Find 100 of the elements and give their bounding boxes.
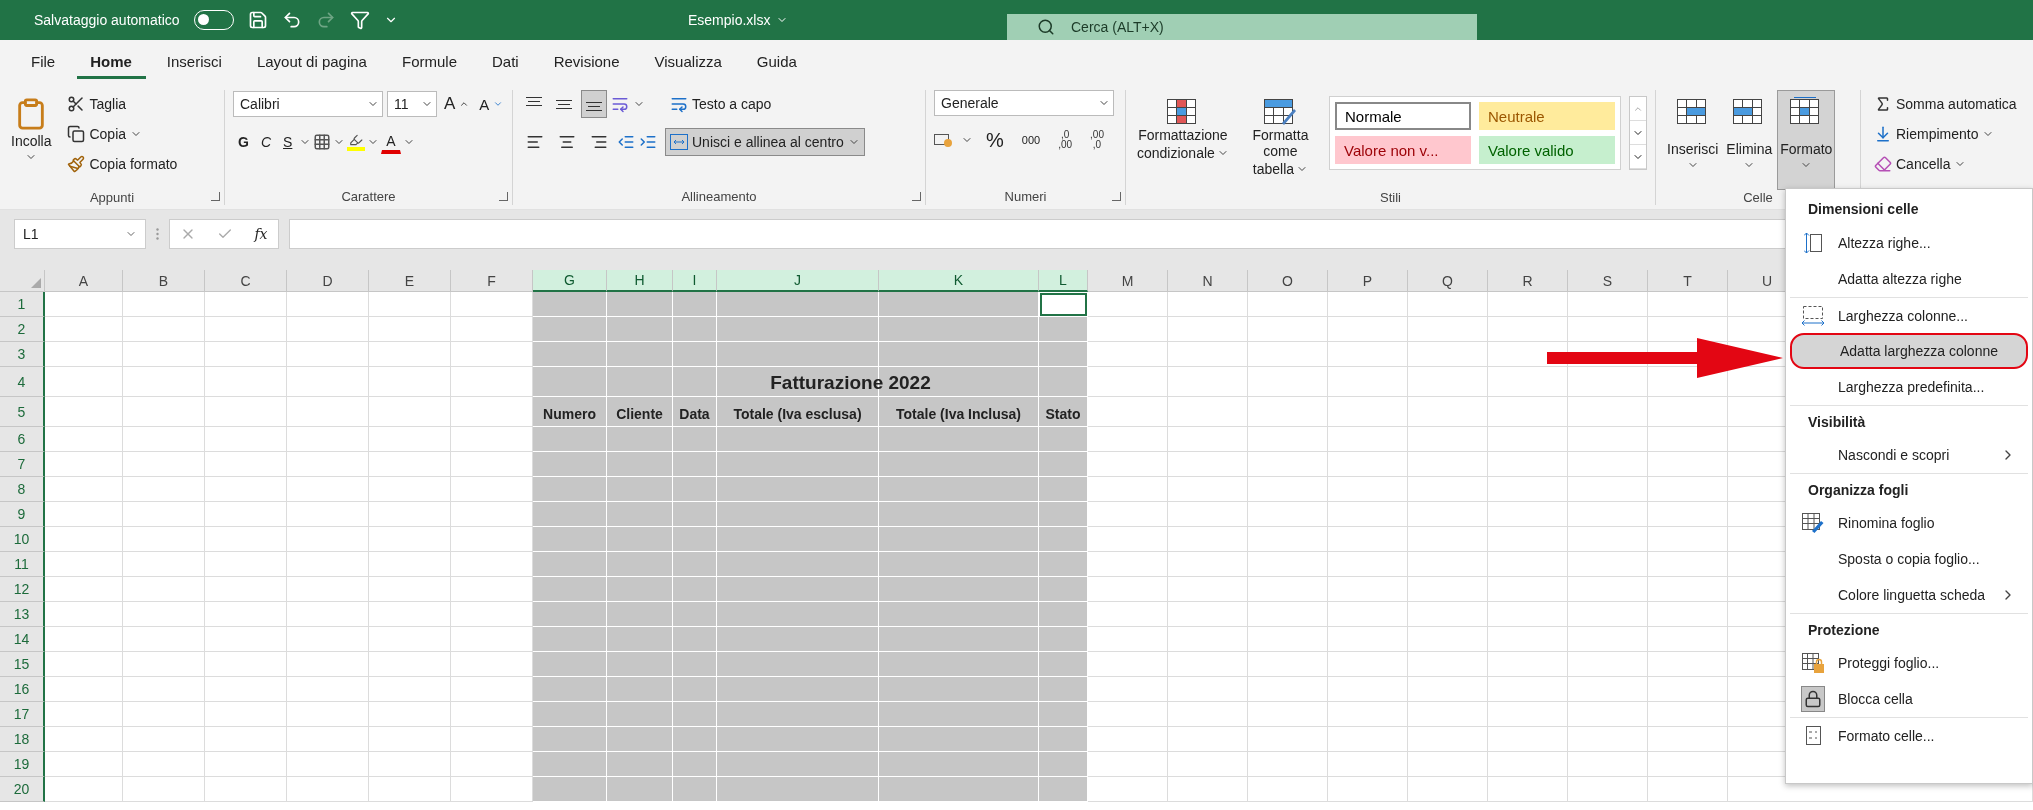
selected-cell[interactable] [717,577,879,602]
selected-cell[interactable] [879,602,1039,627]
font-size-dropdown[interactable]: 11 [387,91,437,117]
currency-icon[interactable] [934,132,953,148]
menu-tab[interactable]: Inserisci [153,47,236,79]
selected-cell[interactable] [879,427,1039,452]
row-header[interactable]: 17 [0,702,45,727]
selected-cell[interactable] [533,652,607,677]
header-cell[interactable]: Totale (Iva esclusa) [717,397,879,427]
decrease-indent-icon[interactable] [617,133,635,151]
column-header[interactable]: L [1039,270,1088,292]
selected-cell[interactable] [1039,627,1088,652]
selected-cell[interactable] [1039,317,1088,342]
row-header[interactable]: 18 [0,727,45,752]
ribbon-button[interactable]: Copia formato [62,150,183,178]
cell-style-option[interactable]: Valore non v... [1335,136,1471,164]
selected-cell[interactable] [1039,527,1088,552]
selected-cell[interactable] [607,702,673,727]
ribbon-button[interactable]: Riempimento [1869,120,2022,148]
decrease-decimal-button[interactable]: ,00 ,0 [1085,126,1109,154]
selected-cell[interactable] [879,342,1039,367]
column-header[interactable]: K [879,270,1039,292]
selected-cell[interactable] [1039,342,1088,367]
selected-cell[interactable] [673,702,717,727]
search-field[interactable]: Cerca (ALT+X) [1007,14,1477,40]
menu-tab[interactable]: Home [77,47,146,79]
column-header[interactable]: J [717,270,879,292]
column-header[interactable]: S [1568,270,1648,292]
column-header[interactable]: Q [1408,270,1488,292]
active-cell[interactable] [1039,292,1088,317]
selected-cell[interactable] [533,527,607,552]
selected-cell[interactable] [1039,602,1088,627]
cells-button[interactable]: Formato [1777,90,1836,190]
selected-cell[interactable] [879,502,1039,527]
selected-cell[interactable] [1039,427,1088,452]
selected-cell[interactable] [533,452,607,477]
menu-item[interactable]: Colore linguetta scheda [1790,577,2028,613]
header-cell[interactable]: Stato [1039,397,1088,427]
dialog-launcher-icon[interactable] [912,192,921,201]
selected-cell[interactable] [673,292,717,317]
menu-item[interactable]: Sposta o copia foglio... [1790,541,2028,577]
merge-center-button[interactable]: Unisci e allinea al centro [665,128,865,156]
selected-cell[interactable] [717,552,879,577]
selected-cell[interactable] [533,602,607,627]
column-header[interactable]: P [1328,270,1408,292]
selected-cell[interactable] [673,577,717,602]
selected-cell[interactable] [879,452,1039,477]
selected-cell[interactable] [1039,777,1088,802]
selected-cell[interactable] [1039,452,1088,477]
conditional-format-button[interactable]: Formattazione condizionale [1134,90,1232,190]
dialog-launcher-icon[interactable] [1112,192,1121,201]
row-header[interactable]: 6 [0,427,45,452]
borders-icon[interactable] [313,133,332,151]
selected-cell[interactable] [607,677,673,702]
selected-cell[interactable] [1039,477,1088,502]
row-header[interactable]: 10 [0,527,45,552]
selected-cell[interactable] [1039,367,1088,397]
row-header[interactable]: 11 [0,552,45,577]
selected-cell[interactable] [717,502,879,527]
selected-cell[interactable] [607,752,673,777]
selected-cell[interactable] [673,552,717,577]
column-header[interactable]: E [369,270,451,292]
menu-tab[interactable]: Revisione [540,47,634,79]
column-header[interactable]: N [1168,270,1248,292]
dialog-launcher-icon[interactable] [211,192,220,201]
row-header[interactable]: 1 [0,292,45,317]
underline-button[interactable]: S [278,128,298,156]
selected-cell[interactable] [673,727,717,752]
selected-cell[interactable] [533,552,607,577]
row-header[interactable]: 14 [0,627,45,652]
selected-cell[interactable] [1039,677,1088,702]
selected-cell[interactable] [607,727,673,752]
selected-cell[interactable] [717,752,879,777]
italic-button[interactable]: C [255,128,276,156]
menu-item[interactable]: Blocca cella [1790,681,2028,717]
row-header[interactable]: 19 [0,752,45,777]
selected-cell[interactable] [1039,727,1088,752]
row-header[interactable]: 4 [0,367,45,397]
menu-item[interactable]: Adatta altezza righe [1790,261,2028,297]
thousands-button[interactable]: 000 [1016,126,1046,154]
selected-cell[interactable] [673,502,717,527]
selected-cell[interactable] [879,777,1039,802]
selected-cell[interactable] [533,427,607,452]
row-header[interactable]: 12 [0,577,45,602]
selected-cell[interactable] [717,427,879,452]
increase-indent-icon[interactable] [639,133,657,151]
selected-cell[interactable] [717,677,879,702]
column-header[interactable]: F [451,270,533,292]
column-header[interactable]: A [45,270,123,292]
ribbon-button[interactable]: Taglia [62,90,183,118]
selected-cell[interactable] [607,427,673,452]
selected-cell[interactable] [533,627,607,652]
selected-cell[interactable] [717,652,879,677]
number-format-dropdown[interactable]: Generale [934,90,1114,116]
save-icon[interactable] [247,10,268,30]
selected-cell[interactable] [879,677,1039,702]
format-as-table-button[interactable]: Formatta come tabella [1239,90,1321,190]
selected-cell[interactable] [1039,652,1088,677]
cell-style-option[interactable]: Neutrale [1479,102,1615,130]
ribbon-button[interactable]: Copia [62,120,183,148]
